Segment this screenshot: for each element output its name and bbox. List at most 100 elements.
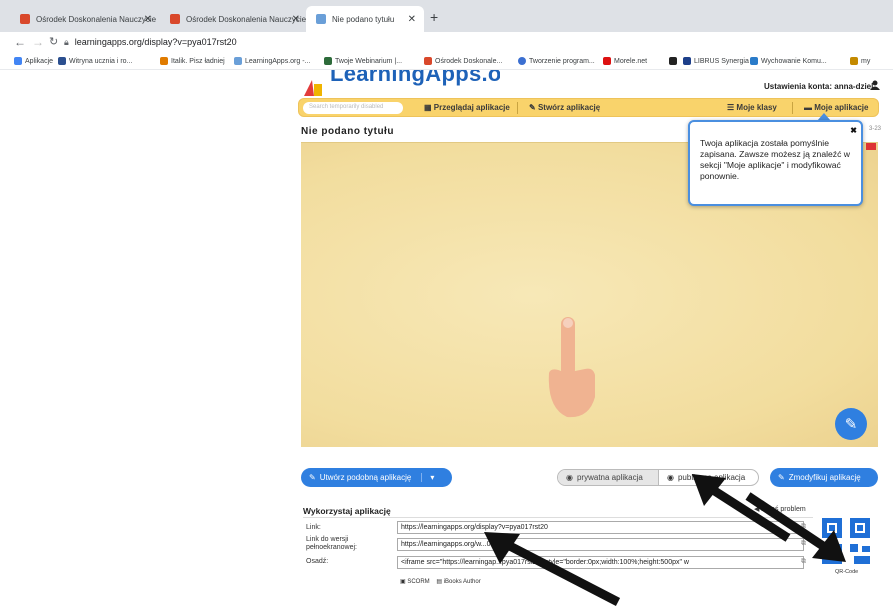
- user-icon[interactable]: [870, 80, 880, 90]
- learningapps-icon: [234, 57, 242, 65]
- ibooks-link[interactable]: ▤ iBooks Author: [436, 579, 480, 585]
- close-icon[interactable]: ✖: [850, 125, 857, 136]
- nav-separator: [792, 102, 793, 114]
- page: LearningApps.org Ustawienia konta: anna-…: [0, 70, 893, 606]
- account-settings-link[interactable]: Ustawienia konta: anna-dziel: [764, 82, 873, 91]
- ibooks-label: iBooks Author: [443, 579, 481, 585]
- dropdown-caret-icon[interactable]: ▾: [421, 473, 434, 482]
- check-icon: [58, 57, 66, 65]
- nav-create-app[interactable]: ✎ Stwórz aplikację: [529, 103, 600, 112]
- fullscreen-link-label: Link do wersji pełnoekranowej:: [306, 536, 357, 551]
- bookmark-italik[interactable]: Italik. Pisz ładniej: [160, 57, 225, 65]
- nav-label: Przeglądaj aplikacje: [433, 103, 510, 112]
- close-tab-icon[interactable]: ✕: [292, 14, 300, 25]
- book-icon: ▤: [436, 579, 444, 585]
- private-app-option[interactable]: ◉ prywatna aplikacja: [558, 470, 658, 485]
- edit-square-icon: ✎: [844, 416, 858, 433]
- bookmark-tworzenie[interactable]: Tworzenie program...: [518, 57, 595, 65]
- wychowanie-icon: [750, 57, 758, 65]
- scorm-link[interactable]: ▣ SCORM: [400, 579, 430, 585]
- browser-tab-1[interactable]: Ośrodek Doskonalenia Nauczycie ✕: [10, 6, 160, 32]
- grid-icon: ▦: [424, 103, 434, 112]
- bookmark-odn[interactable]: Ośrodek Doskonale...: [424, 57, 502, 65]
- bookmark-librus[interactable]: LIBRUS Synergia: [683, 57, 749, 65]
- button-label: Zmodyfikuj aplikację: [788, 473, 861, 482]
- forward-arrow-icon[interactable]: →: [32, 35, 44, 49]
- site-logo[interactable]: LearningApps.org: [300, 70, 500, 96]
- bookmark-dark[interactable]: [669, 57, 680, 65]
- apps-grid-icon: [14, 57, 22, 65]
- back-arrow-icon[interactable]: ←: [14, 35, 26, 49]
- tab-title: Nie podano tytułu: [332, 14, 395, 24]
- qr-code-label: QR-Code: [835, 569, 859, 575]
- uk-flag-icon[interactable]: [866, 143, 876, 150]
- search-input[interactable]: Search temporarily disabled: [303, 102, 403, 114]
- bookmark-label: Twoje Webinarium |...: [335, 57, 403, 65]
- bookmark-label: Ośrodek Doskonale...: [435, 57, 503, 65]
- bookmarks-bar: Aplikacje Witryna ucznia i ro... Italik.…: [0, 54, 893, 70]
- annotation-arrow-link: [484, 532, 621, 606]
- date-fragment: 3-23: [869, 126, 882, 132]
- browser-tab-2[interactable]: Ośrodek Doskonalenia Nauczycie ✕: [160, 6, 308, 32]
- page-title: Nie podano tytułu: [301, 126, 394, 137]
- bookmark-apps[interactable]: Aplikacje: [14, 57, 53, 65]
- bookmark-my-icon: [850, 57, 858, 65]
- new-tab-button[interactable]: +: [430, 9, 438, 25]
- logo-text: LearningApps.org: [330, 70, 500, 86]
- button-label: Utwórz podobną aplikację: [319, 473, 412, 482]
- link-label: Link:: [306, 524, 321, 531]
- eye-icon: ◉: [667, 473, 674, 482]
- bookmark-morele[interactable]: Morele.net: [603, 57, 647, 65]
- italik-icon: [160, 57, 168, 65]
- pencil-icon: ✎: [529, 103, 538, 112]
- nav-my-apps[interactable]: ▬ Moje aplikacje: [804, 103, 868, 112]
- odn-icon: [424, 57, 432, 65]
- librus-icon: [683, 57, 691, 65]
- bookmark-label: Morele.net: [614, 57, 648, 65]
- bookmark-webinarium[interactable]: Twoje Webinarium |...: [324, 57, 402, 65]
- close-tab-icon[interactable]: ✕: [408, 14, 416, 25]
- edit-icon: ✎: [309, 473, 316, 482]
- edit-fab-button[interactable]: ✎: [835, 408, 867, 440]
- bookmark-learningapps[interactable]: LearningApps.org -...: [234, 57, 310, 65]
- globe-icon: [518, 57, 526, 65]
- nav-browse-apps[interactable]: ▦ Przeglądaj aplikacje: [424, 103, 510, 112]
- bookmark-witryna[interactable]: Witryna ucznia i ro...: [58, 57, 132, 65]
- nav-label: Moje aplikacje: [814, 103, 869, 112]
- bookmark-wychowanie[interactable]: Wychowanie Komu...: [750, 57, 827, 65]
- option-label: prywatna aplikacja: [576, 473, 643, 482]
- nav-label: Stwórz aplikację: [537, 103, 601, 112]
- export-links: ▣ SCORM ▤ iBooks Author: [400, 578, 481, 585]
- url-field[interactable]: 🔒︎ learningapps.org/display?v=pya017rst20: [64, 37, 237, 48]
- bookmark-label: my: [861, 57, 871, 65]
- learningapps-favicon-icon: [316, 14, 326, 24]
- folder-icon: ▬: [804, 103, 815, 112]
- bookmark-label: Italik. Pisz ładniej: [171, 57, 225, 65]
- nav-label: Moje klasy: [736, 103, 777, 112]
- close-tab-icon[interactable]: ✕: [144, 14, 152, 25]
- embed-label: Osadź:: [306, 558, 329, 565]
- browser-tab-bar: Ośrodek Doskonalenia Nauczycie ✕ Ośrodek…: [0, 0, 893, 32]
- bookmark-my[interactable]: my: [850, 57, 870, 65]
- pointing-hand-icon: [548, 317, 595, 418]
- bookmark-label: Witryna ucznia i ro...: [69, 57, 133, 65]
- create-similar-app-button[interactable]: ✎ Utwórz podobną aplikację ▾: [301, 468, 452, 487]
- nav-separator: [517, 102, 518, 114]
- nav-my-classes[interactable]: ☰ Moje klasy: [727, 103, 777, 112]
- webinar-icon: [324, 57, 332, 65]
- odn-favicon-icon: [20, 14, 30, 24]
- list-icon: ☰: [727, 103, 737, 112]
- bookmark-label: Wychowanie Komu...: [761, 57, 827, 65]
- morele-icon: [603, 57, 611, 65]
- use-app-heading: Wykorzystaj aplikację: [303, 506, 391, 516]
- reload-icon[interactable]: ↻: [49, 35, 58, 48]
- main-navbar: Search temporarily disabled ▦ Przeglądaj…: [298, 98, 879, 117]
- scorm-label: SCORM: [407, 579, 430, 585]
- tab-title: Ośrodek Doskonalenia Nauczycie: [186, 14, 307, 24]
- logo-mark-icon: [304, 80, 322, 96]
- address-bar-row: ← → ↻ 🔒︎ learningapps.org/display?v=pya01…: [0, 32, 893, 54]
- annotation-arrow-qr: [745, 492, 846, 562]
- popup-message: Twoja aplikacja została pomyślnie zapisa…: [700, 138, 850, 181]
- browser-tab-active[interactable]: Nie podano tytułu ✕: [306, 6, 424, 32]
- bookmark-label: Aplikacje: [25, 57, 54, 65]
